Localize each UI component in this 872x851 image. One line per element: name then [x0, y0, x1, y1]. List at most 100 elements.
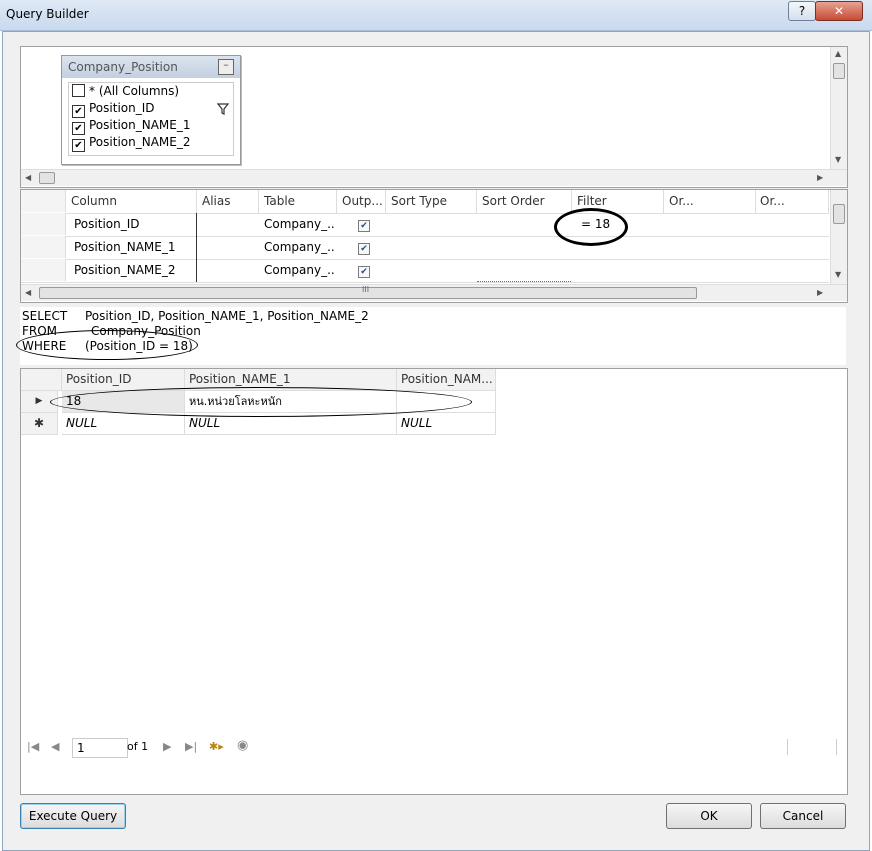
header-table[interactable]: Table	[259, 190, 337, 213]
grid-row[interactable]: Position_ID Company_... ✔ = 18	[21, 213, 829, 237]
output-checkbox[interactable]: ✔	[358, 266, 370, 278]
cell-table[interactable]: Company_...	[259, 236, 336, 259]
results-corner	[21, 369, 62, 391]
header-filter[interactable]: Filter	[572, 190, 664, 213]
output-checkbox[interactable]: ✔	[358, 243, 370, 255]
row-header[interactable]	[21, 236, 66, 258]
scroll-thumb[interactable]	[833, 204, 845, 224]
header-output[interactable]: Outp...	[337, 190, 386, 213]
sql-from-keyword: FROM	[22, 324, 58, 338]
scroll-right-icon[interactable]: ▶	[817, 173, 823, 182]
grid-horizontal-scrollbar[interactable]: ◀ III ▶	[21, 284, 847, 301]
window-title: Query Builder	[6, 7, 89, 21]
header-or-2[interactable]: Or...	[755, 190, 829, 213]
results-header-position-id[interactable]: Position_ID	[62, 369, 185, 391]
table-name: Company_Position	[68, 60, 178, 74]
navigator-divider	[787, 739, 788, 755]
grid-header-row: Column Alias Table Outp... Sort Type Sor…	[21, 190, 829, 214]
page-count-label: of 1	[127, 740, 149, 753]
results-cell[interactable]: 18	[62, 391, 185, 413]
row-header[interactable]	[21, 213, 66, 235]
previous-record-button[interactable]: ◀	[51, 740, 59, 753]
first-record-button[interactable]: |◀	[27, 740, 39, 753]
results-header-position-name-2[interactable]: Position_NAM...	[397, 369, 496, 391]
header-or-1[interactable]: Or...	[664, 190, 756, 213]
navigator-divider	[836, 739, 837, 755]
cell-column[interactable]: Position_NAME_2	[69, 259, 197, 282]
results-cell[interactable]	[397, 391, 496, 413]
column-checkbox[interactable]	[72, 84, 85, 97]
last-record-button[interactable]: ▶|	[185, 740, 197, 753]
cell-table[interactable]: Company_...	[259, 213, 336, 236]
sql-pane[interactable]: SELECT Position_ID, Position_NAME_1, Pos…	[20, 307, 846, 365]
cancel-button[interactable]: Cancel	[760, 803, 846, 829]
header-sort-type[interactable]: Sort Type	[386, 190, 477, 213]
cell-output[interactable]: ✔	[353, 213, 378, 236]
scroll-down-icon[interactable]: ▼	[835, 270, 841, 279]
minimize-icon[interactable]: –	[218, 59, 234, 75]
column-item-position-id[interactable]: ✔ Position_ID	[69, 100, 233, 118]
results-cell[interactable]: NULL	[62, 413, 185, 435]
column-item-all[interactable]: * (All Columns)	[69, 83, 233, 100]
column-label: Position_ID	[89, 101, 155, 115]
cell-output[interactable]: ✔	[353, 259, 378, 282]
results-cell[interactable]: NULL	[397, 413, 496, 435]
scroll-thumb[interactable]: III	[39, 285, 697, 299]
current-row-marker[interactable]: ▶	[21, 391, 58, 413]
row-header[interactable]	[21, 259, 66, 281]
sql-where-keyword: WHERE	[22, 339, 67, 353]
column-checkbox[interactable]: ✔	[72, 139, 85, 152]
cell-filter[interactable]: = 18	[576, 213, 661, 236]
new-record-icon[interactable]: ✱▸	[209, 740, 224, 753]
stop-icon[interactable]: ◉	[237, 738, 248, 753]
cell-output[interactable]: ✔	[353, 236, 378, 259]
scroll-grip: III	[362, 285, 370, 294]
sql-select-keyword: SELECT	[22, 309, 68, 323]
sql-select-columns: Position_ID, Position_NAME_1, Position_N…	[85, 309, 369, 323]
results-cell[interactable]: NULL	[185, 413, 397, 435]
cell-column[interactable]: Position_ID	[69, 213, 197, 236]
scroll-thumb[interactable]	[39, 172, 55, 184]
next-record-button[interactable]: ▶	[163, 740, 171, 753]
cell-table[interactable]: Company_...	[259, 259, 336, 282]
ok-button[interactable]: OK	[666, 803, 752, 829]
execute-query-button[interactable]: Execute Query	[20, 803, 126, 829]
column-item-position-name-2[interactable]: ✔ Position_NAME_2	[69, 134, 233, 152]
scroll-thumb[interactable]	[833, 63, 845, 79]
header-alias[interactable]: Alias	[197, 190, 259, 213]
grid-row[interactable]: Position_NAME_2 Company_... ✔	[21, 259, 829, 283]
page-number-input[interactable]: 1	[72, 738, 128, 758]
diagram-horizontal-scrollbar[interactable]: ◀ ▶	[21, 169, 847, 186]
scroll-down-icon[interactable]: ▼	[835, 155, 841, 164]
column-list: * (All Columns) ✔ Position_ID ✔ Position_N…	[68, 82, 234, 156]
table-box-title[interactable]: Company_Position –	[62, 56, 240, 78]
diagram-vertical-scrollbar[interactable]: ▲ ▼	[830, 47, 847, 169]
scroll-right-icon[interactable]: ▶	[817, 288, 823, 297]
new-row-marker[interactable]: ✱	[21, 413, 58, 435]
grid-row[interactable]: Position_NAME_1 Company_... ✔	[21, 236, 829, 260]
grid-vertical-scrollbar[interactable]: ▼	[830, 190, 847, 284]
sql-where-condition: (Position_ID = 18)	[85, 339, 193, 353]
header-sort-order[interactable]: Sort Order	[477, 190, 572, 213]
column-label: * (All Columns)	[89, 84, 180, 98]
column-label: Position_NAME_2	[89, 135, 191, 149]
sql-from-table: Company_Position	[91, 324, 201, 338]
title-bar: Query Builder ? ✕	[0, 0, 872, 31]
cell-column[interactable]: Position_NAME_1	[69, 236, 197, 259]
header-column[interactable]: Column	[66, 190, 197, 213]
results-header-position-name-1[interactable]: Position_NAME_1	[185, 369, 397, 391]
column-item-position-name-1[interactable]: ✔ Position_NAME_1	[69, 117, 233, 135]
table-box-company-position[interactable]: Company_Position – * (All Columns) ✔ Posi…	[61, 55, 241, 165]
criteria-grid: Column Alias Table Outp... Sort Type Sor…	[20, 189, 848, 303]
output-checkbox[interactable]: ✔	[358, 220, 370, 232]
scroll-up-icon[interactable]: ▲	[835, 49, 841, 58]
scroll-left-icon[interactable]: ◀	[25, 173, 31, 182]
results-cell[interactable]: หน.หน่วยโลหะหนัก	[185, 391, 397, 413]
scroll-left-icon[interactable]: ◀	[25, 288, 31, 297]
focus-indicator	[477, 281, 571, 282]
close-button[interactable]: ✕	[815, 1, 863, 21]
dialog-client: Company_Position – * (All Columns) ✔ Posi…	[2, 31, 870, 851]
help-button[interactable]: ?	[788, 1, 816, 21]
diagram-pane: Company_Position – * (All Columns) ✔ Posi…	[20, 46, 848, 188]
results-pane: Position_ID Position_NAME_1 Position_NAM…	[20, 368, 848, 795]
